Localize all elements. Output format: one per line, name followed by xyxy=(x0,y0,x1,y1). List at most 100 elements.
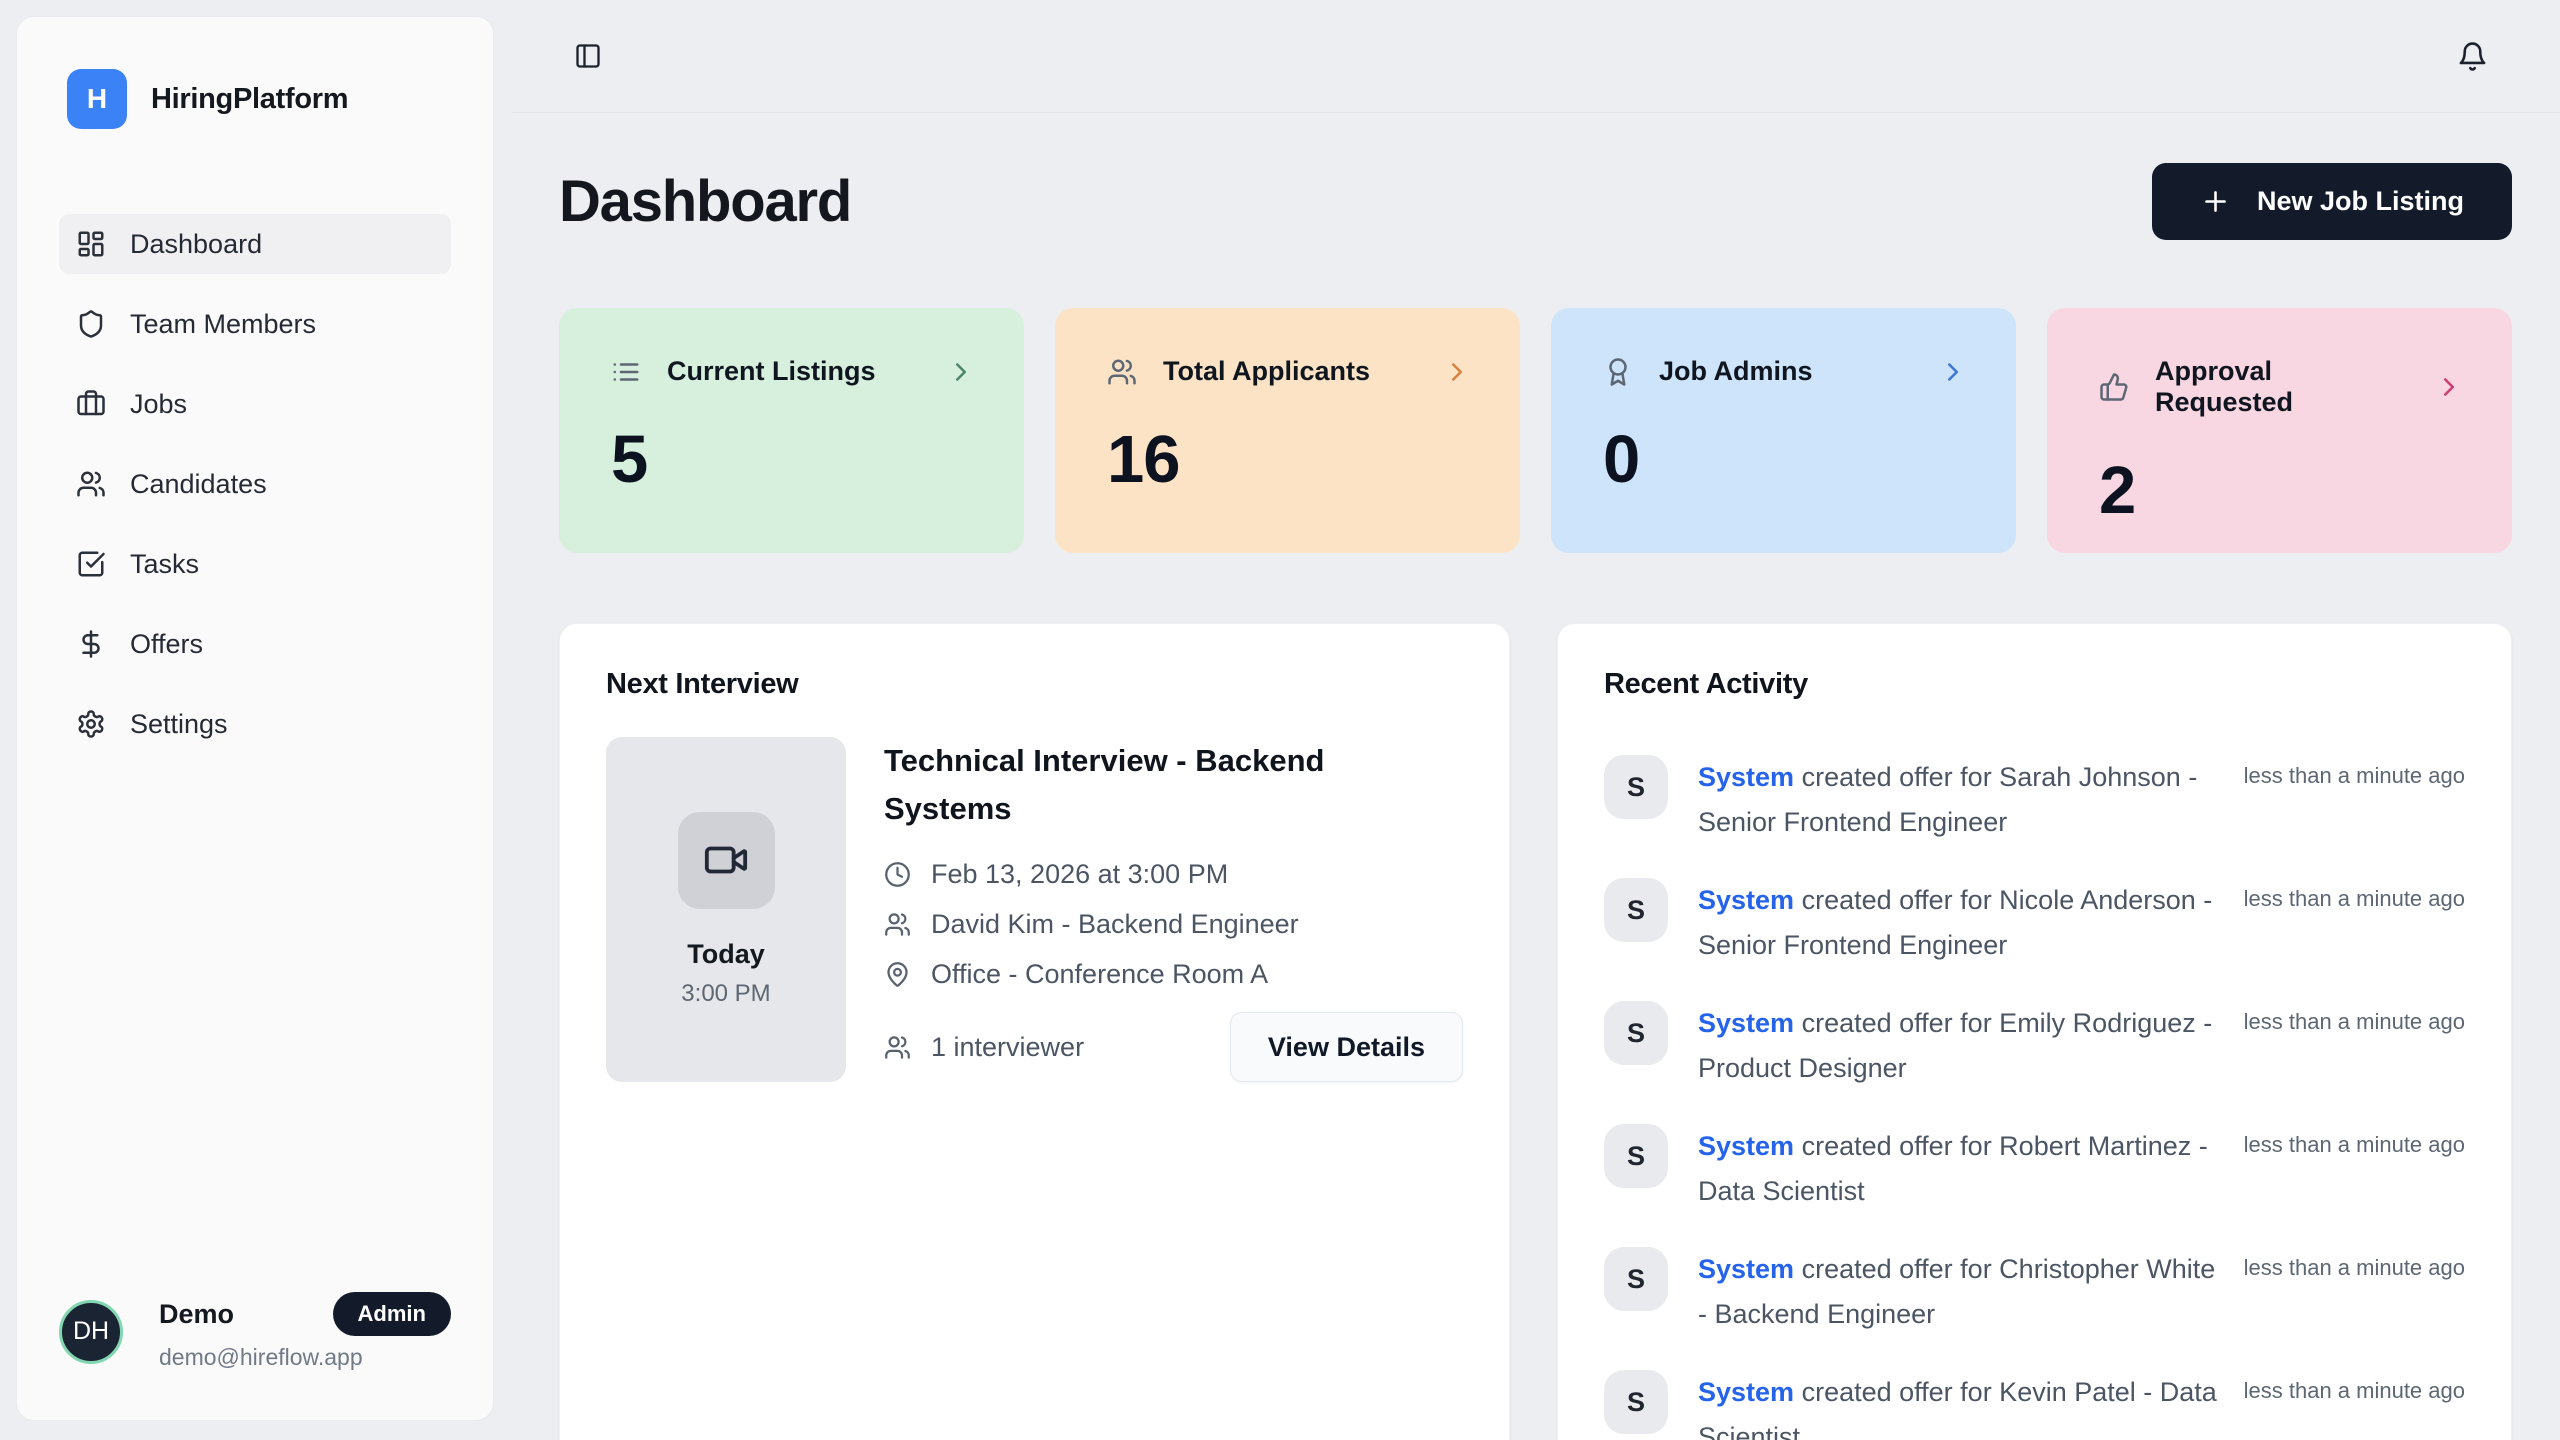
sidebar-toggle-icon[interactable] xyxy=(574,42,602,70)
activity-actor-link[interactable]: System xyxy=(1698,1254,1794,1284)
content: Dashboard New Job Listing Current Listin… xyxy=(511,163,2560,1440)
map-pin-icon xyxy=(884,961,911,988)
stat-value: 2 xyxy=(2099,452,2464,529)
brand: H HiringPlatform xyxy=(17,17,493,129)
list-icon xyxy=(611,357,641,387)
interview-person: David Kim - Backend Engineer xyxy=(931,909,1299,940)
square-check-icon xyxy=(76,549,106,579)
hiring-platform-dashboard: { "colors": { "primary_navy": "#131b2b",… xyxy=(0,0,2560,1440)
activity-actor-link[interactable]: System xyxy=(1698,1377,1794,1407)
activity-actor-link[interactable]: System xyxy=(1698,1008,1794,1038)
activity-text: System created offer for Kevin Patel - D… xyxy=(1698,1370,2218,1440)
sidebar-item-label: Team Members xyxy=(130,309,316,340)
stat-card-current-listings[interactable]: Current Listings 5 xyxy=(559,308,1024,553)
activity-avatar: S xyxy=(1604,1001,1668,1065)
stat-value: 5 xyxy=(611,421,976,498)
interview-footer: 1 interviewer View Details xyxy=(884,1012,1463,1082)
clock-icon xyxy=(884,861,911,888)
settings-icon xyxy=(76,709,106,739)
chevron-right-icon[interactable] xyxy=(2434,372,2464,402)
stat-card-job-admins[interactable]: Job Admins 0 xyxy=(1551,308,2016,553)
briefcase-icon xyxy=(76,389,106,419)
interview-body: Today 3:00 PM Technical Interview - Back… xyxy=(606,737,1463,1082)
interview-location: Office - Conference Room A xyxy=(931,959,1268,990)
sidebar-item-team-members[interactable]: Team Members xyxy=(59,294,451,354)
activity-actor-link[interactable]: System xyxy=(1698,762,1794,792)
interviewer-count: 1 interviewer xyxy=(931,1032,1084,1063)
interview-location-row: Office - Conference Room A xyxy=(884,959,1463,990)
users-icon xyxy=(884,1034,911,1061)
sidebar-item-offers[interactable]: Offers xyxy=(59,614,451,674)
dollar-sign-icon xyxy=(76,629,106,659)
stat-cards: Current Listings 5 Total Applicants 16 xyxy=(559,308,2512,553)
users-icon xyxy=(1107,357,1137,387)
brand-name: HiringPlatform xyxy=(151,83,348,116)
sidebar-item-label: Tasks xyxy=(130,549,199,580)
next-interview-panel: Next Interview Today 3:00 PM Technical I… xyxy=(559,623,1510,1440)
interview-job-title: Technical Interview - Backend Systems xyxy=(884,737,1384,833)
profile-info: Demo Admin demo@hireflow.app xyxy=(159,1292,451,1371)
user-profile[interactable]: DH Demo Admin demo@hireflow.app xyxy=(17,1292,493,1420)
activity-timestamp: less than a minute ago xyxy=(2244,1370,2465,1404)
stat-label: Current Listings xyxy=(667,356,876,387)
activity-timestamp: less than a minute ago xyxy=(2244,878,2465,912)
interviewer-count-row: 1 interviewer xyxy=(884,1032,1084,1063)
activity-timestamp: less than a minute ago xyxy=(2244,755,2465,789)
interview-datetime-row: Feb 13, 2026 at 3:00 PM xyxy=(884,859,1463,890)
recent-activity-panel: Recent Activity S System created offer f… xyxy=(1557,623,2512,1440)
interview-day: Today xyxy=(687,939,765,970)
activity-timestamp: less than a minute ago xyxy=(2244,1124,2465,1158)
activity-avatar: S xyxy=(1604,878,1668,942)
stat-label: Approval Requested xyxy=(2155,356,2408,418)
shield-icon xyxy=(76,309,106,339)
activity-text: System created offer for Christopher Whi… xyxy=(1698,1247,2218,1337)
chevron-right-icon[interactable] xyxy=(1938,357,1968,387)
sidebar-nav: Dashboard Team Members Jobs Candidates T… xyxy=(17,214,493,754)
award-icon xyxy=(1603,357,1633,387)
users-icon xyxy=(884,911,911,938)
chevron-right-icon[interactable] xyxy=(1442,357,1472,387)
sidebar-item-settings[interactable]: Settings xyxy=(59,694,451,754)
sidebar-item-tasks[interactable]: Tasks xyxy=(59,534,451,594)
activity-timestamp: less than a minute ago xyxy=(2244,1247,2465,1281)
layout-dashboard-icon xyxy=(76,229,106,259)
activity-actor-link[interactable]: System xyxy=(1698,1131,1794,1161)
sidebar-item-candidates[interactable]: Candidates xyxy=(59,454,451,514)
activity-actor-link[interactable]: System xyxy=(1698,885,1794,915)
interview-datetime: Feb 13, 2026 at 3:00 PM xyxy=(931,859,1228,890)
stat-card-total-applicants[interactable]: Total Applicants 16 xyxy=(1055,308,1520,553)
sidebar: H HiringPlatform Dashboard Team Members … xyxy=(16,16,494,1421)
stat-label: Job Admins xyxy=(1659,356,1813,387)
stat-card-approval-requested[interactable]: Approval Requested 2 xyxy=(2047,308,2512,553)
view-details-button[interactable]: View Details xyxy=(1230,1012,1463,1082)
avatar: DH xyxy=(59,1300,123,1364)
activity-item: S System created offer for Sarah Johnson… xyxy=(1604,755,2465,845)
sidebar-item-label: Dashboard xyxy=(130,229,262,260)
activity-item: S System created offer for Nicole Anders… xyxy=(1604,878,2465,968)
thumbs-up-icon xyxy=(2099,372,2129,402)
sidebar-item-label: Settings xyxy=(130,709,228,740)
interview-details: Technical Interview - Backend Systems Fe… xyxy=(884,737,1463,1082)
chevron-right-icon[interactable] xyxy=(946,357,976,387)
activity-text: System created offer for Emily Rodriguez… xyxy=(1698,1001,2218,1091)
users-icon xyxy=(76,469,106,499)
stat-label: Total Applicants xyxy=(1163,356,1370,387)
stat-value: 16 xyxy=(1107,421,1472,498)
stat-value: 0 xyxy=(1603,421,1968,498)
recent-activity-title: Recent Activity xyxy=(1604,668,2465,701)
page-title: Dashboard xyxy=(559,168,851,235)
activity-avatar: S xyxy=(1604,1124,1668,1188)
notifications-bell-icon[interactable] xyxy=(2457,41,2488,72)
interview-meta: Feb 13, 2026 at 3:00 PM David Kim - Back… xyxy=(884,859,1463,990)
activity-text: System created offer for Sarah Johnson -… xyxy=(1698,755,2218,845)
video-icon-box xyxy=(678,812,775,909)
new-job-listing-label: New Job Listing xyxy=(2257,186,2464,217)
sidebar-item-jobs[interactable]: Jobs xyxy=(59,374,451,434)
topbar xyxy=(511,0,2560,113)
activity-text: System created offer for Robert Martinez… xyxy=(1698,1124,2218,1214)
sidebar-item-dashboard[interactable]: Dashboard xyxy=(59,214,451,274)
activity-item: S System created offer for Christopher W… xyxy=(1604,1247,2465,1337)
profile-email: demo@hireflow.app xyxy=(159,1344,451,1371)
new-job-listing-button[interactable]: New Job Listing xyxy=(2152,163,2512,240)
sidebar-item-label: Offers xyxy=(130,629,203,660)
